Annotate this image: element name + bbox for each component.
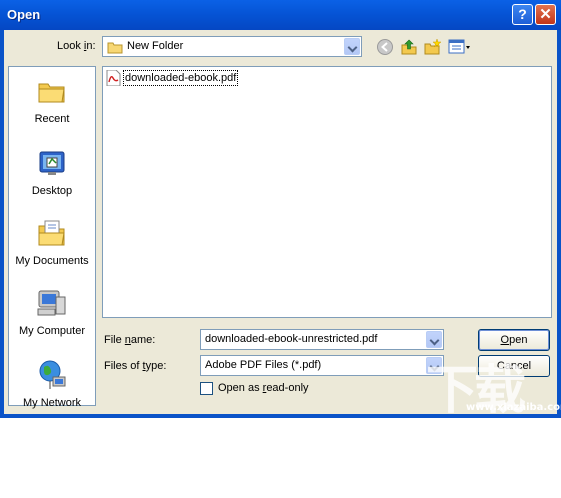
place-label: My Network	[22, 397, 82, 409]
file-name-value: downloaded-ebook-unrestricted.pdf	[205, 333, 378, 345]
my-computer-icon	[37, 290, 66, 316]
look-in-dropdown-arrow[interactable]	[344, 38, 360, 55]
file-type-label: Files of type:	[104, 360, 167, 372]
view-menu-icon[interactable]	[448, 38, 472, 56]
look-in-value: New Folder	[127, 40, 184, 52]
file-name-dropdown-arrow[interactable]	[426, 331, 442, 348]
file-name-combobox[interactable]: downloaded-ebook-unrestricted.pdf	[200, 329, 444, 350]
place-label: My Computer	[18, 325, 86, 337]
watermark-url: www.xiazaiba.com	[466, 402, 561, 413]
place-desktop[interactable]: Desktop	[9, 147, 95, 197]
place-my-computer[interactable]: My Computer	[9, 287, 95, 337]
look-in-dropdown[interactable]: New Folder	[102, 36, 362, 57]
file-type-dropdown[interactable]: Adobe PDF Files (*.pdf)	[200, 355, 444, 376]
pdf-file-icon	[106, 70, 121, 86]
up-folder-icon[interactable]	[400, 38, 418, 56]
file-list[interactable]: downloaded-ebook.pdf	[102, 66, 552, 318]
read-only-checkbox[interactable]	[200, 382, 213, 395]
watermark-logo: 下载吧	[426, 361, 526, 496]
close-button[interactable]: ✕	[535, 4, 556, 25]
place-recent[interactable]: Recent	[9, 75, 95, 125]
title-bar[interactable]: Open ? ✕	[0, 0, 561, 30]
dialog-title: Open	[7, 7, 41, 22]
place-my-documents[interactable]: My Documents	[9, 217, 95, 267]
read-only-label[interactable]: Open as read-only	[218, 382, 309, 394]
open-dialog: Open ? ✕ Look in: New Folder Recent Desk…	[0, 0, 561, 496]
file-type-value: Adobe PDF Files (*.pdf)	[205, 359, 322, 371]
place-label: My Documents	[15, 255, 89, 267]
help-button[interactable]: ?	[512, 4, 533, 25]
my-network-icon	[39, 360, 66, 389]
recent-icon	[38, 83, 65, 103]
place-my-network[interactable]: My Network	[9, 359, 95, 409]
back-icon[interactable]	[376, 38, 394, 56]
my-documents-icon	[38, 220, 65, 246]
place-label: Desktop	[31, 185, 73, 197]
file-name-label: File name:	[104, 334, 156, 346]
new-folder-icon[interactable]	[424, 38, 442, 56]
look-in-label: Look in:	[57, 40, 96, 52]
desktop-icon	[39, 151, 65, 175]
place-label: Recent	[34, 113, 70, 125]
watermark: 下载吧 www.xiazaiba.com	[418, 348, 561, 496]
folder-icon	[107, 42, 123, 54]
places-bar: Recent Desktop My Documents My Computer …	[8, 66, 96, 409]
file-name: downloaded-ebook.pdf	[123, 70, 239, 86]
